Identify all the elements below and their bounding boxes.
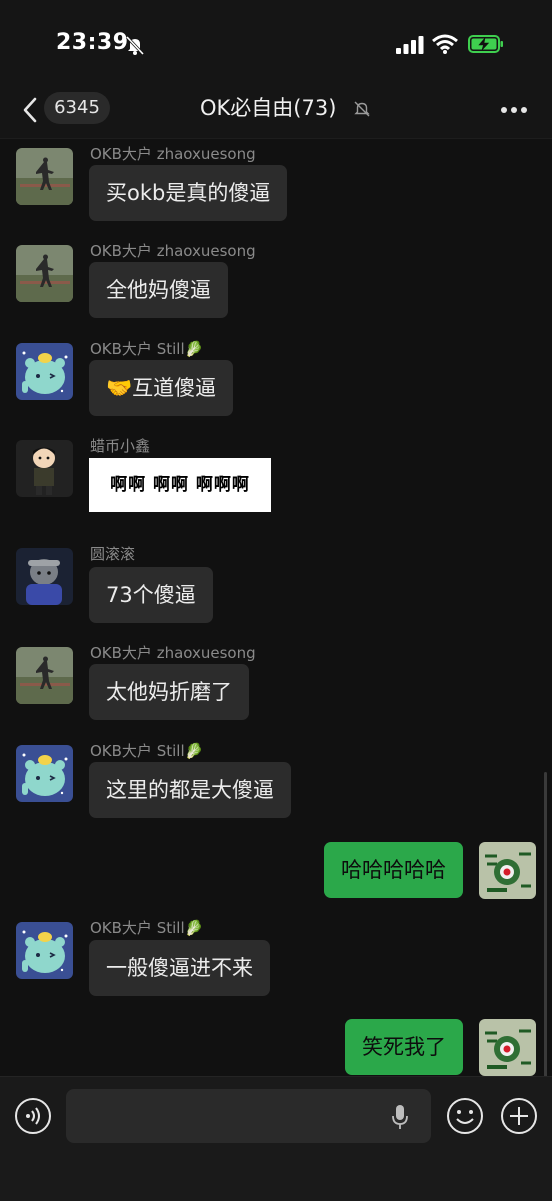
my-avatar[interactable] [479,842,536,899]
avatar[interactable] [16,440,73,497]
plus-icon[interactable] [500,1097,538,1135]
wifi-icon [432,34,458,54]
sender-name: OKB大户 Still🥬 [90,340,204,358]
avatar[interactable] [16,148,73,205]
message-bubble[interactable]: 这里的都是大傻逼 [89,762,291,818]
avatar[interactable] [16,745,73,802]
more-icon[interactable] [500,106,528,114]
battery-charging-icon [468,35,503,53]
message-bubble-own[interactable]: 笑死我了 [345,1019,463,1075]
sender-name: OKB大户 Still🥬 [90,919,204,937]
chat-header: 6345 OK必自由(73) [0,88,552,139]
emoji-icon[interactable] [446,1097,484,1135]
avatar[interactable] [16,647,73,704]
message-bubble[interactable]: 太他妈折磨了 [89,664,249,720]
avatar[interactable] [16,922,73,979]
sender-name: OKB大户 zhaoxuesong [90,145,256,163]
sender-name: OKB大户 zhaoxuesong [90,242,256,260]
scrollbar[interactable] [544,772,547,1092]
status-bar: 23:39 [0,0,552,88]
status-time: 23:39 [56,30,129,55]
sender-name: OKB大户 Still🥬 [90,742,204,760]
message-list[interactable]: OKB大户 zhaoxuesong 买okb是真的傻逼 OKB大户 zhaoxu… [0,139,552,1076]
message-bubble[interactable]: 🤝互道傻逼 [89,360,234,416]
sender-name: OKB大户 zhaoxuesong [90,644,256,662]
chat-title[interactable]: OK必自由(73) [200,92,336,124]
unread-count-badge[interactable]: 6345 [44,92,110,124]
mic-icon[interactable] [390,1103,410,1131]
message-bubble-own[interactable]: 哈哈哈哈哈 [324,842,463,898]
message-bubble[interactable]: 全他妈傻逼 [89,262,228,318]
signal-icon [396,36,424,54]
my-avatar[interactable] [479,1019,536,1076]
sender-name: 蜡币小鑫 [90,437,151,455]
input-bar [0,1076,552,1201]
message-bubble[interactable]: 73个傻逼 [89,567,213,623]
back-chevron-icon[interactable] [20,96,40,124]
sender-name: 圆滚滚 [90,545,136,563]
avatar[interactable] [16,245,73,302]
message-bubble[interactable]: 买okb是真的傻逼 [89,165,288,221]
sticker-image[interactable]: 啊啊 啊啊 啊啊啊 [89,458,271,512]
avatar[interactable] [16,343,73,400]
message-bubble[interactable]: 一般傻逼进不来 [89,940,270,996]
bell-slash-icon [125,35,145,56]
message-input[interactable] [66,1089,431,1143]
voice-icon[interactable] [14,1097,52,1135]
avatar[interactable] [16,548,73,605]
mute-bell-icon [354,101,370,117]
